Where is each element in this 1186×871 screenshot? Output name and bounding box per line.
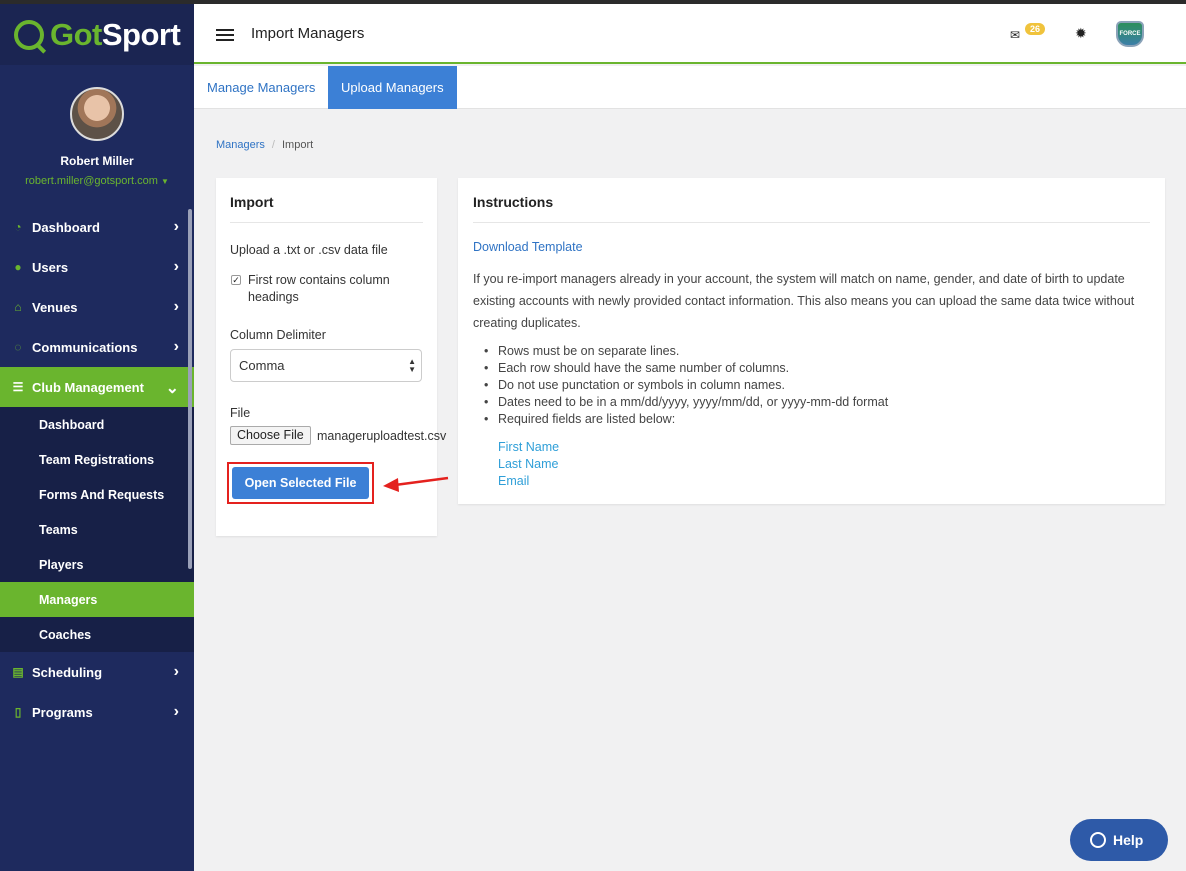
sub-item-managers[interactable]: Managers: [0, 582, 194, 617]
list-item: Rows must be on separate lines.: [484, 343, 888, 360]
sidebar-item-communications[interactable]: ◌ Communications ›: [0, 327, 194, 367]
users-icon: ●: [14, 260, 22, 274]
sub-item-players[interactable]: Players: [0, 547, 194, 582]
breadcrumb-separator: /: [271, 139, 275, 151]
sub-item-teams[interactable]: Teams: [0, 512, 194, 547]
required-fields-list: First Name Last Name Email: [498, 439, 559, 490]
divider: [473, 222, 1150, 223]
upload-label: Upload a .txt or .csv data file: [230, 243, 388, 257]
dashboard-icon: ◔: [14, 220, 22, 234]
venues-icon: ⌂: [14, 300, 22, 314]
instructions-paragraph: If you re-import managers already in you…: [473, 272, 1135, 331]
chevron-right-icon: ›: [173, 663, 179, 680]
import-title: Import: [230, 194, 274, 210]
sub-item-dashboard[interactable]: Dashboard: [0, 407, 194, 442]
sub-item-forms-and-requests[interactable]: Forms And Requests: [0, 477, 194, 512]
logo-text: GotSport: [50, 16, 181, 52]
chevron-right-icon: ›: [173, 258, 179, 275]
sidebar-item-venues[interactable]: ⌂ Venues ›: [0, 287, 194, 327]
caret-down-icon: ▼: [160, 177, 169, 186]
avatar: [70, 87, 124, 141]
mail-count-badge: 26: [1025, 23, 1046, 35]
chevron-right-icon: ›: [173, 338, 179, 355]
page-title: Import Managers: [251, 25, 365, 42]
sidebar-item-scheduling[interactable]: ▤ Scheduling ›: [0, 652, 194, 692]
sub-item-team-registrations[interactable]: Team Registrations: [0, 442, 194, 477]
sidebar-scrollbar[interactable]: [188, 209, 192, 569]
download-template-link[interactable]: Download Template: [473, 240, 583, 254]
tab-bar: Manage Managers Upload Managers: [194, 66, 1186, 109]
help-button[interactable]: Help: [1070, 819, 1168, 861]
sub-item-coaches[interactable]: Coaches: [0, 617, 194, 652]
required-field-last-name: Last Name: [498, 457, 559, 471]
first-row-headings-checkbox[interactable]: ✓: [231, 275, 241, 285]
instructions-card: Instructions Download Template If you re…: [458, 178, 1165, 504]
club-management-submenu: Dashboard Team Registrations Forms And R…: [0, 407, 194, 652]
breadcrumb-link-managers[interactable]: Managers: [216, 139, 265, 151]
divider: [230, 222, 423, 223]
gear-icon[interactable]: ✹: [1075, 25, 1087, 42]
sidebar-item-label: Dashboard: [32, 219, 100, 235]
breadcrumb: Managers / Import: [216, 139, 313, 151]
sidebar-item-users[interactable]: ● Users ›: [0, 247, 194, 287]
required-field-email: Email: [498, 474, 530, 488]
tab-upload-managers[interactable]: Upload Managers: [328, 66, 457, 109]
delimiter-value: Comma: [239, 358, 285, 373]
open-selected-file-button[interactable]: Open Selected File: [232, 467, 369, 499]
sidebar-item-label: Users: [32, 259, 69, 275]
help-label: Help: [1113, 832, 1144, 848]
column-delimiter-select[interactable]: Comma ▲ ▼: [230, 349, 422, 382]
sidebar-item-label: Venues: [32, 299, 78, 315]
top-header: Import Managers ✉ 26 ✹ FORCE: [194, 4, 1186, 64]
sidebar-item-label: Programs: [32, 704, 93, 720]
sidebar: GotSport Robert Miller robert.miller@got…: [0, 4, 194, 871]
sidebar-item-label: Communications: [32, 339, 138, 355]
sidebar-item-label: Scheduling: [32, 664, 103, 680]
instructions-rules-list: Rows must be on separate lines. Each row…: [484, 343, 888, 428]
profile: Robert Miller robert.miller@gotsport.com…: [0, 65, 194, 207]
chevron-right-icon: ›: [173, 218, 179, 235]
chevron-right-icon: ›: [173, 298, 179, 315]
chevron-down-icon: ⌄: [165, 380, 179, 397]
sidebar-item-club-management[interactable]: ☰ Club Management ⌄: [0, 367, 194, 407]
sidebar-item-dashboard[interactable]: ◔ Dashboard ›: [0, 207, 194, 247]
hamburger-menu-icon[interactable]: [216, 29, 234, 41]
choose-file-button[interactable]: Choose File: [230, 426, 311, 445]
first-row-headings-label[interactable]: First row contains column headings: [248, 272, 418, 306]
logo[interactable]: GotSport: [0, 4, 194, 65]
tab-manage-managers[interactable]: Manage Managers: [194, 66, 328, 109]
club-crest-avatar[interactable]: FORCE: [1116, 21, 1144, 47]
envelope-icon[interactable]: ✉: [1010, 28, 1020, 42]
sidebar-item-label: Club Management: [32, 379, 144, 395]
logo-mark-icon: [14, 19, 44, 50]
chevron-right-icon: ›: [173, 703, 179, 720]
annotation-arrow-icon: [383, 476, 449, 492]
file-label: File: [230, 406, 251, 420]
list-item: Each row should have the same number of …: [484, 360, 888, 377]
profile-email: robert.miller@gotsport.com: [25, 175, 158, 187]
communications-icon: ◌: [14, 340, 22, 354]
breadcrumb-current: Import: [281, 139, 314, 151]
scheduling-icon: ▤: [12, 665, 24, 679]
sidebar-item-programs[interactable]: ▯ Programs ›: [0, 692, 194, 732]
column-delimiter-label: Column Delimiter: [230, 328, 326, 342]
required-field-first-name: First Name: [498, 440, 560, 454]
list-item: Do not use punctation or symbols in colu…: [484, 377, 888, 394]
select-arrows-icon: ▲ ▼: [408, 357, 416, 374]
selected-file-name: manageruploadtest.csv: [317, 429, 447, 443]
instructions-title: Instructions: [473, 194, 554, 210]
profile-email-dropdown[interactable]: robert.miller@gotsport.com ▼: [0, 175, 194, 187]
programs-icon: ▯: [14, 705, 22, 719]
chat-bubble-icon: [1090, 832, 1106, 848]
profile-name: Robert Miller: [60, 154, 134, 168]
list-item: Required fields are listed below:: [484, 411, 888, 428]
list-item: Dates need to be in a mm/dd/yyyy, yyyy/m…: [484, 394, 888, 411]
window-top-strip: [0, 0, 1186, 4]
club-management-icon: ☰: [12, 380, 24, 394]
